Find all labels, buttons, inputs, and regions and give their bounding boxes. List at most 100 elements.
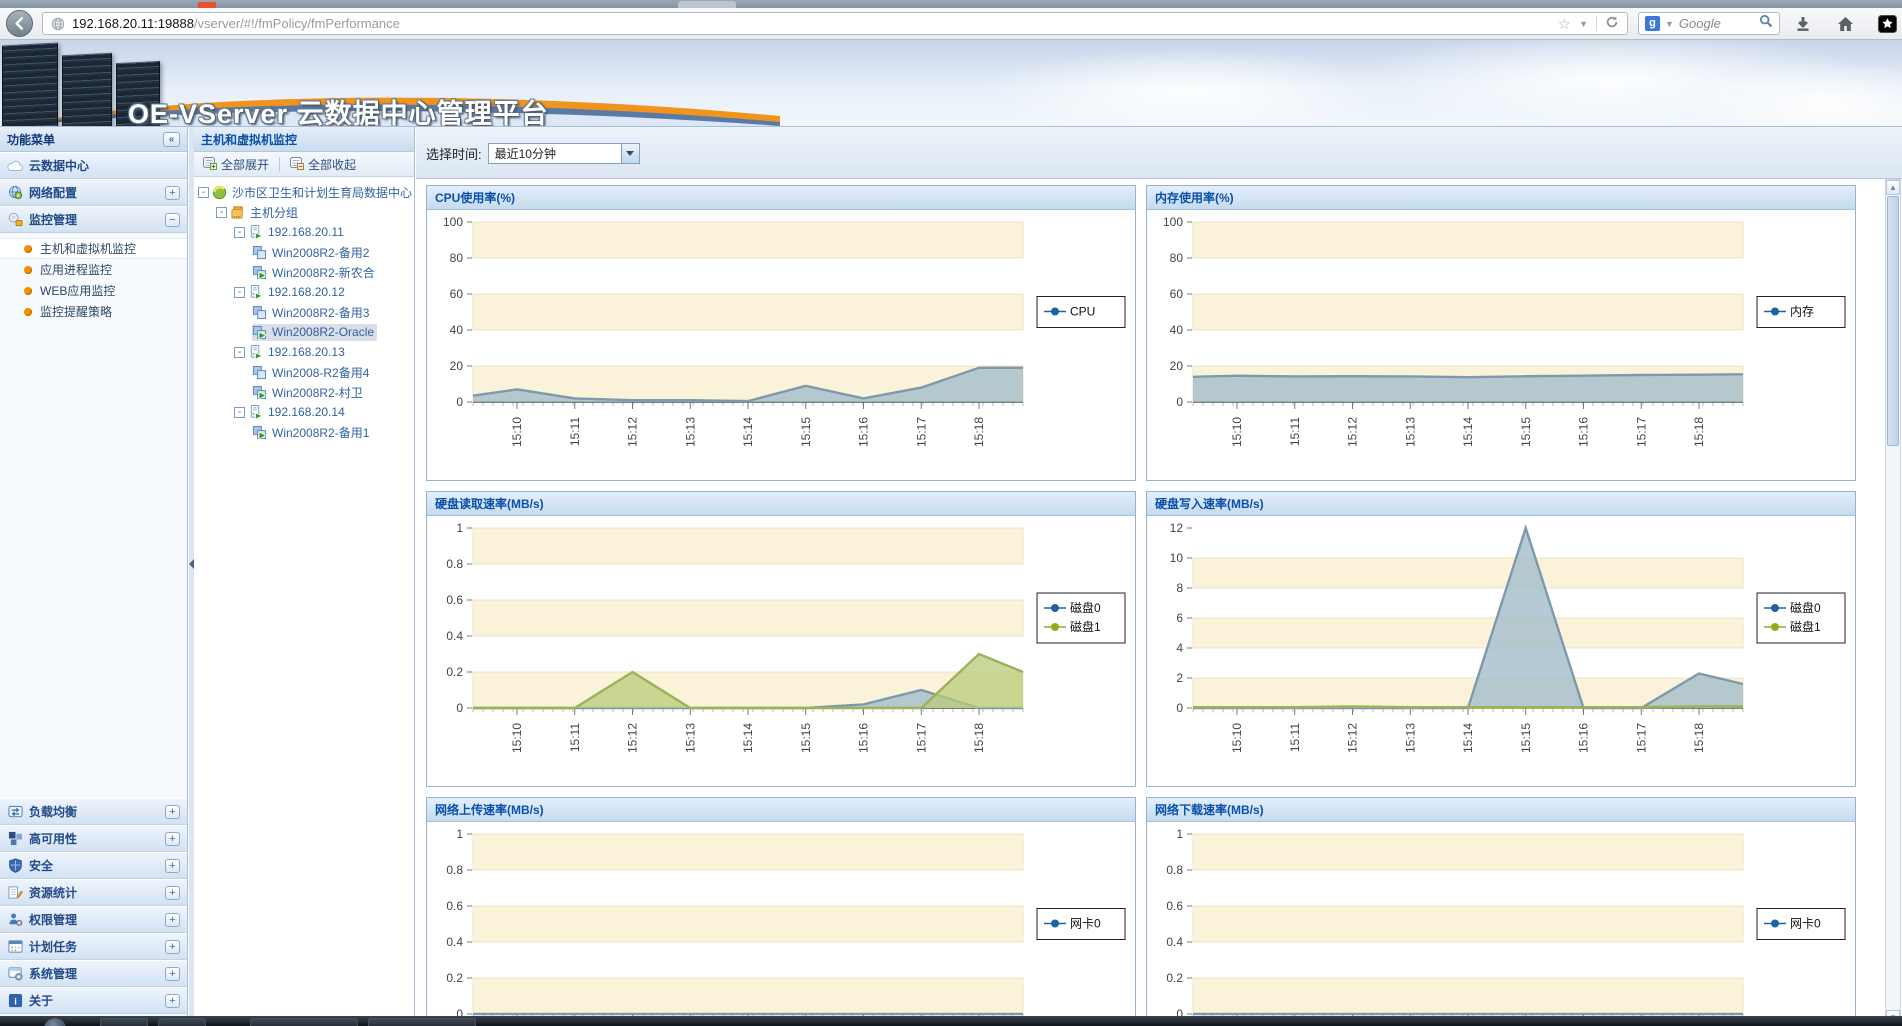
time-range-select[interactable]: 最近10分钟 [488, 143, 640, 164]
search-input[interactable]: Google [1679, 16, 1754, 31]
taskbar-button[interactable] [250, 1018, 358, 1026]
expand-toggle-button[interactable]: + [165, 967, 180, 981]
tree-expander-icon[interactable]: - [216, 207, 227, 218]
sidebar-item-网络配置[interactable]: 网络配置+ [0, 179, 187, 206]
search-engine-dropdown-icon[interactable]: ▼ [1665, 19, 1674, 29]
svg-text:15:15: 15:15 [1519, 417, 1533, 447]
svg-text:15:10: 15:10 [1230, 723, 1244, 753]
select-trigger-button[interactable] [621, 144, 639, 163]
sidebar-collapse-button[interactable]: « [163, 132, 180, 147]
schedule-icon [7, 939, 23, 954]
sidebar-subitem-监控提醒策略[interactable]: 监控提醒策略 [0, 301, 187, 322]
tree-node-192.168.20.13[interactable]: -192.168.20.13 [194, 342, 414, 362]
tree-expander-icon[interactable]: - [234, 287, 245, 298]
tree-node-Win2008R2-备用2[interactable]: Win2008R2-备用2 [194, 242, 414, 262]
tree-node-Win2008R2-Oracle[interactable]: Win2008R2-Oracle [194, 322, 414, 342]
tree-node-192.168.20.14[interactable]: -192.168.20.14 [194, 402, 414, 422]
sidebar-item-安全[interactable]: 安全+ [0, 852, 187, 879]
svg-text:0.6: 0.6 [446, 593, 463, 607]
shield-icon [7, 858, 23, 873]
download-icon[interactable] [1792, 14, 1814, 34]
expand-toggle-button[interactable]: + [165, 886, 180, 900]
chart-panel-硬盘读取速率(MB/s): 硬盘读取速率(MB/s)00.20.40.60.8115:1015:1115:1… [426, 491, 1136, 787]
expand-toggle-button[interactable]: − [165, 213, 180, 227]
svg-text:i: i [14, 996, 17, 1006]
taskbar-button[interactable] [368, 1018, 476, 1026]
taskbar-button[interactable] [100, 1018, 148, 1026]
sidebar-top-groups: 云数据中心网络配置+监控管理− [0, 152, 187, 233]
sidebar-bottom-groups: 负载均衡+高可用性+安全+资源统计+权限管理+计划任务+系统管理+i关于+ [0, 798, 187, 1014]
svg-text:0.8: 0.8 [446, 557, 463, 571]
cloud-decoration [980, 48, 1400, 127]
url-bar[interactable]: 192.168.20.11:19888/vserver/#!/fmPolicy/… [42, 12, 1628, 35]
tree-node-label: Win2008R2-村卫 [272, 384, 363, 401]
expand-toggle-button[interactable]: + [165, 913, 180, 927]
tree-node-192.168.20.12[interactable]: -192.168.20.12 [194, 282, 414, 302]
sidebar-item-系统管理[interactable]: 系统管理+ [0, 960, 187, 987]
sphere-icon [212, 185, 228, 200]
scrollbar-thumb[interactable] [1887, 196, 1899, 446]
tree-node-Win2008R2-备用1[interactable]: Win2008R2-备用1 [194, 422, 414, 442]
sidebar-item-资源统计[interactable]: 资源统计+ [0, 879, 187, 906]
start-orb-icon[interactable] [44, 1018, 66, 1026]
windows-taskbar[interactable] [0, 1016, 1902, 1026]
tree-node-192.168.20.11[interactable]: -192.168.20.11 [194, 222, 414, 242]
expand-toggle-button[interactable]: + [165, 859, 180, 873]
tree-node-Win2008-R2备用4[interactable]: Win2008-R2备用4 [194, 362, 414, 382]
star-outline-icon[interactable]: ☆ [1558, 15, 1571, 33]
expand-toggle-button[interactable]: + [165, 994, 180, 1008]
tree-node-主机分组[interactable]: -主机分组 [194, 202, 414, 222]
tree-node-Win2008R2-备用3[interactable]: Win2008R2-备用3 [194, 302, 414, 322]
tree-node-沙市区卫生和计划生育局数据中心[interactable]: -沙市区卫生和计划生育局数据中心 [194, 182, 414, 202]
tree-expander-icon[interactable]: - [198, 187, 209, 198]
expand-toggle-button[interactable]: + [165, 832, 180, 846]
search-box[interactable]: g ▼ Google [1638, 12, 1780, 35]
sidebar-item-关于[interactable]: i关于+ [0, 987, 187, 1014]
tree-node-Win2008R2-村卫[interactable]: Win2008R2-村卫 [194, 382, 414, 402]
sidebar-subitem-主机和虚拟机监控[interactable]: 主机和虚拟机监控 [0, 238, 187, 259]
expand-toggle-button[interactable]: + [165, 805, 180, 819]
sidebar-item-高可用性[interactable]: 高可用性+ [0, 825, 187, 852]
expand-toggle-button[interactable]: + [165, 940, 180, 954]
loadbalance-icon [7, 804, 23, 819]
svg-text:0.4: 0.4 [1166, 935, 1183, 949]
back-button[interactable] [6, 10, 33, 37]
magnifier-icon[interactable] [1759, 14, 1773, 33]
tree-expander-icon[interactable]: - [234, 407, 245, 418]
svg-text:60: 60 [450, 287, 464, 301]
monitor-icon [7, 212, 23, 227]
sidebar-item-计划任务[interactable]: 计划任务+ [0, 933, 187, 960]
collapse-all-button[interactable]: 全部收起 [287, 155, 359, 174]
sidebar-subitem-应用进程监控[interactable]: 应用进程监控 [0, 259, 187, 280]
scroll-up-arrow[interactable]: ▲ [1886, 180, 1900, 195]
url-host[interactable]: 192.168.20.11:19888 [72, 16, 194, 31]
tab-fragment[interactable] [678, 1, 736, 8]
taskbar-button[interactable] [158, 1018, 206, 1026]
svg-text:4: 4 [1176, 641, 1183, 655]
dropdown-icon[interactable]: ▼ [1579, 19, 1588, 29]
sidebar-subitem-WEB应用监控[interactable]: WEB应用监控 [0, 280, 187, 301]
workspace: 功能菜单 « 云数据中心网络配置+监控管理− 主机和虚拟机监控应用进程监控WEB… [0, 127, 1902, 1026]
bookmarks-panel-icon[interactable] [1876, 14, 1898, 34]
url-path[interactable]: /vserver/#!/fmPolicy/fmPerformance [194, 16, 400, 31]
svg-text:6: 6 [1176, 611, 1183, 625]
sidebar-item-监控管理[interactable]: 监控管理− [0, 206, 187, 233]
sidebar-item-云数据中心[interactable]: 云数据中心 [0, 152, 187, 179]
tree-panel-title: 主机和虚拟机监控 [201, 131, 297, 148]
expand-toggle-button[interactable]: + [165, 186, 180, 200]
tree-expander-icon[interactable]: - [234, 347, 245, 358]
expand-all-button[interactable]: 全部展开 [200, 155, 272, 174]
sidebar-item-负载均衡[interactable]: 负载均衡+ [0, 798, 187, 825]
svg-text:12: 12 [1170, 521, 1184, 535]
reload-icon[interactable] [1605, 15, 1619, 32]
svg-text:15:14: 15:14 [741, 723, 755, 753]
tree-expander-icon[interactable]: - [234, 227, 245, 238]
sidebar-item-权限管理[interactable]: 权限管理+ [0, 906, 187, 933]
main-scrollbar[interactable]: ▲ ▼ [1885, 179, 1901, 1026]
chart-title: CPU使用率(%) [427, 186, 1135, 210]
svg-text:0.2: 0.2 [1166, 971, 1183, 985]
tree-node-Win2008R2-新农合[interactable]: Win2008R2-新农合 [194, 262, 414, 282]
orange-bullet-icon [24, 266, 32, 274]
svg-text:15:13: 15:13 [683, 417, 697, 447]
home-icon[interactable] [1834, 14, 1856, 34]
